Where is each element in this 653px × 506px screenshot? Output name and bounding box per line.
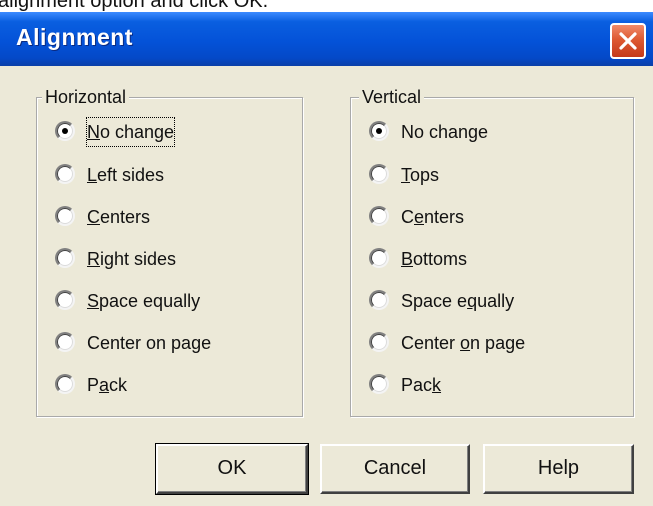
horizontal-option-label: Centers	[87, 207, 151, 227]
vertical-option-label: No change	[401, 122, 489, 142]
title-bar[interactable]: Alignment	[0, 12, 653, 66]
horizontal-option-label: No change	[85, 117, 176, 147]
radio-button[interactable]	[55, 164, 75, 184]
close-button[interactable]	[610, 23, 646, 59]
vertical-option-label: Bottoms	[401, 249, 468, 269]
alignment-dialog: Alignment Horizontal No change Left side…	[0, 12, 653, 506]
radio-button[interactable]	[55, 248, 75, 268]
radio-button[interactable]	[369, 290, 389, 310]
vertical-option-label: Pack	[401, 375, 442, 395]
vertical-group-label: Vertical	[359, 86, 425, 108]
radio-button[interactable]	[55, 332, 75, 352]
horizontal-option-label: Right sides	[87, 249, 177, 269]
radio-button[interactable]	[55, 290, 75, 310]
radio-button-checked[interactable]	[369, 121, 389, 141]
help-button[interactable]: Help	[483, 444, 634, 494]
radio-button-checked[interactable]	[55, 121, 75, 141]
radio-button[interactable]	[55, 206, 75, 226]
close-x-icon	[619, 32, 637, 50]
radio-button[interactable]	[369, 374, 389, 394]
radio-button[interactable]	[369, 164, 389, 184]
horizontal-groupbox: Horizontal No change Left sides Centers …	[36, 86, 303, 417]
horizontal-option-label: Left sides	[87, 165, 165, 185]
horizontal-group-label: Horizontal	[42, 86, 130, 108]
horizontal-option-label: Pack	[87, 375, 128, 395]
horizontal-option-label: Center on page	[87, 333, 212, 353]
radio-button[interactable]	[369, 248, 389, 268]
ok-button[interactable]: OK	[155, 443, 309, 495]
dialog-title: Alignment	[16, 24, 133, 50]
cancel-button[interactable]: Cancel	[320, 444, 470, 494]
radio-button[interactable]	[369, 332, 389, 352]
vertical-groupbox: Vertical No change Tops Centers Bottoms …	[350, 86, 634, 417]
radio-button[interactable]	[55, 374, 75, 394]
radio-button[interactable]	[369, 206, 389, 226]
horizontal-option-label: Space equally	[87, 291, 201, 311]
vertical-option-label: Space equally	[401, 291, 515, 311]
page-caption-fragment: alignment option and click OK.	[0, 0, 653, 12]
vertical-option-label: Centers	[401, 207, 465, 227]
vertical-option-label: Center on page	[401, 333, 526, 353]
caption-text: alignment option and click OK.	[0, 0, 269, 12]
vertical-option-label: Tops	[401, 165, 440, 185]
